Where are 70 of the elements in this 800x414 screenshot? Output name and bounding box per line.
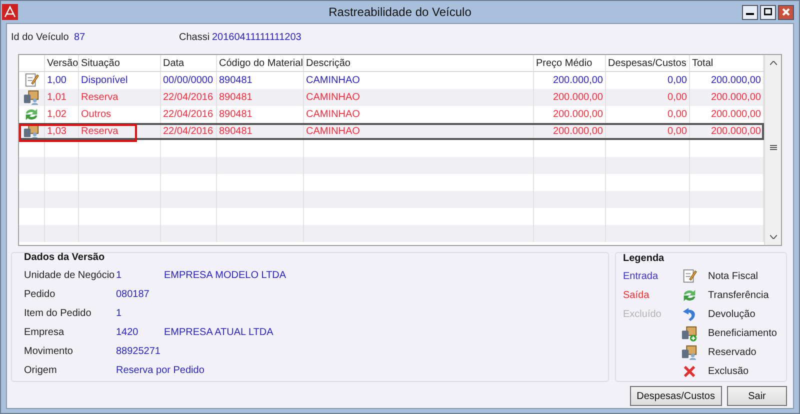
field-label: Pedido [24,289,56,300]
legend-title: Legenda [623,253,666,266]
app-logo-icon [2,4,18,20]
close-button[interactable] [778,4,794,20]
table-cell: 890481 [217,89,304,106]
legend-label: Devolução [708,309,756,320]
column-header[interactable]: Descrição [304,55,534,71]
delete-icon [681,363,698,380]
table-cell: 890481 [217,123,304,140]
table-cell: CAMINHAO [304,89,534,106]
group-title: Dados da Versão [24,252,106,265]
table-cell: 1,01 [45,89,79,106]
table-cell: Reserva [79,89,161,106]
field-label: Id do Veículo [11,32,70,42]
maximize-button[interactable] [760,4,776,20]
exit-button[interactable]: Sair [727,386,787,406]
table-cell: 200.000,00 [534,123,606,140]
column-header[interactable]: Data [161,55,217,71]
field-value: 20160411111111203 [212,32,302,42]
table-cell: 22/04/2016 [161,123,217,140]
field-detail: EMPRESA ATUAL LTDA [164,327,274,338]
column-header[interactable]: Preço Médio [534,55,606,71]
column-header[interactable]: Despesas/Custos [606,55,690,71]
package-plus-icon [681,325,698,342]
column-header[interactable]: Versão [45,55,79,71]
legend-label: Beneficiamento [708,328,777,339]
minimize-button[interactable] [742,4,758,20]
scroll-up-icon[interactable] [770,61,776,65]
field-label: Movimento [24,346,74,357]
field-label: Origem [24,365,58,376]
maximize-icon [764,8,772,16]
legend-label: Excluído [623,308,662,322]
close-icon [782,8,790,16]
field-label: Unidade de Negócio [24,270,116,281]
field-value: 1420 [116,327,140,338]
expenses-button[interactable]: Despesas/Custos [630,386,722,406]
field-detail: EMPRESA MODELO LTDA [164,270,286,281]
legend-label: Reservado [708,347,756,358]
table-cell: 1,03 [45,123,79,140]
table-cell: CAMINHAO [304,123,534,140]
return-arrow-icon [681,306,698,323]
package-person-icon [23,89,40,106]
field-value: 1 [116,270,123,281]
table-cell: 200.000,00 [534,89,606,106]
scroll-thumb-icon[interactable] [770,144,776,150]
window-title: Rastreabilidade do Veículo [328,5,472,19]
legend-label: Entrada [623,270,660,284]
field-value: 080187 [116,289,150,300]
column-header[interactable]: Situação [79,55,161,71]
legend-label: Exclusão [708,366,749,377]
field-label: Chassi [179,32,211,42]
package-person-icon [681,344,698,361]
legend-label: Saída [623,289,650,303]
field-value: 87 [74,32,86,42]
field-label: Item do Pedido [24,308,92,319]
field-value: 88925271 [116,346,160,357]
table-cell: 0,00 [606,89,690,106]
field-value: Reserva por Pedido [116,365,204,376]
field-label: Empresa [24,327,66,338]
table-cell: Reserva [79,123,161,140]
scrollbar[interactable] [764,55,781,245]
scroll-down-icon[interactable] [770,235,776,239]
table-cell: 0,00 [606,123,690,140]
legend-label: Nota Fiscal [708,271,758,282]
package-person-icon [23,123,40,140]
table-cell: 22/04/2016 [161,89,217,106]
field-value: 1 [116,308,123,319]
legend-label: Transferência [708,290,769,301]
page-pencil-icon [681,268,698,285]
column-header[interactable]: Código do Material [217,55,304,71]
